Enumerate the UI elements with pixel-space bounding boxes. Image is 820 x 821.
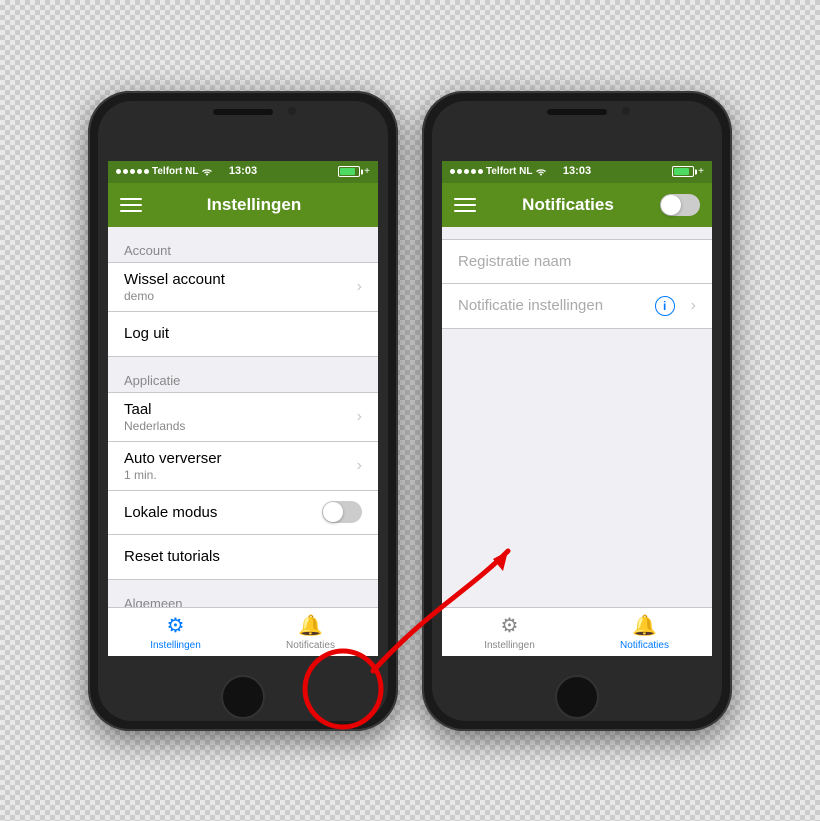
bell-icon-right: 🔔 <box>632 613 657 638</box>
lokale-title: Lokale modus <box>124 504 322 521</box>
tab-notificaties-right[interactable]: 🔔 Notificaties <box>577 608 712 656</box>
screen-right: Telfort NL 13:03 + <box>442 161 712 656</box>
list-item-content-wissel: Wissel account demo <box>124 271 349 303</box>
status-right-left: + <box>338 166 370 177</box>
list-item-lokale-modus[interactable]: Lokale modus <box>108 491 378 535</box>
signal-dots <box>116 169 149 174</box>
list-item-taal[interactable]: Taal Nederlands › <box>108 393 378 442</box>
notif-instellingen-label: Notificatie instellingen <box>458 297 655 314</box>
status-left: Telfort NL <box>116 166 213 177</box>
chevron-icon: › <box>357 278 362 296</box>
list-group-account: Wissel account demo › Log uit <box>108 262 378 357</box>
navbar-right: Notificaties <box>442 183 712 227</box>
status-right-right: + <box>672 166 704 177</box>
tab-notificaties-left[interactable]: 🔔 Notificaties <box>243 608 378 656</box>
tab-label-notificaties-right: Notificaties <box>620 640 669 651</box>
nav-toggle-knob-right <box>661 195 681 215</box>
taal-title: Taal <box>124 401 349 418</box>
section-header-applicatie: Applicatie <box>108 365 378 392</box>
chevron-auto: › <box>357 457 362 475</box>
nav-title-left: Instellingen <box>142 195 366 215</box>
phone-home-right <box>555 675 599 719</box>
battery-fill-right <box>674 168 688 175</box>
phone-left: Telfort NL 13:03 + <box>88 91 398 731</box>
status-bar-left: Telfort NL 13:03 + <box>108 161 378 183</box>
menu-icon-left[interactable] <box>120 198 142 212</box>
auto-title: Auto ververser <box>124 450 349 467</box>
section-header-account: Account <box>108 235 378 262</box>
list-item-content-lokale: Lokale modus <box>124 504 322 521</box>
wissel-title: Wissel account <box>124 271 349 288</box>
notif-item-instellingen[interactable]: Notificatie instellingen i › <box>442 284 712 328</box>
list-group-applicatie: Taal Nederlands › Auto ververser 1 min. … <box>108 392 378 580</box>
tab-label-instellingen-right: Instellingen <box>484 640 535 651</box>
chevron-notif: › <box>691 297 696 315</box>
notif-item-registratie[interactable]: Registratie naam <box>442 240 712 284</box>
bell-icon-left: 🔔 <box>298 613 323 638</box>
list-item-content-reset: Reset tutorials <box>124 548 362 565</box>
status-bar-right: Telfort NL 13:03 + <box>442 161 712 183</box>
notifications-content: Registratie naam Notificatie instellinge… <box>442 227 712 607</box>
phone-right: Telfort NL 13:03 + <box>422 91 732 731</box>
carrier-label-right: Telfort NL <box>486 166 532 177</box>
battery-icon <box>338 166 360 177</box>
charging-icon: + <box>364 166 370 177</box>
charging-icon-right: + <box>698 166 704 177</box>
wifi-icon <box>201 167 213 177</box>
carrier-label: Telfort NL <box>152 166 198 177</box>
phone-camera-right <box>622 107 630 115</box>
chevron-taal: › <box>357 408 362 426</box>
tab-bar-left: ⚙ Instellingen 🔔 Notificaties <box>108 607 378 656</box>
nav-toggle-right[interactable] <box>660 194 700 216</box>
auto-subtitle: 1 min. <box>124 468 349 482</box>
navbar-left: Instellingen <box>108 183 378 227</box>
status-left-right: Telfort NL <box>450 166 547 177</box>
settings-content: Account Wissel account demo › Log uit <box>108 227 378 607</box>
list-item-content-logout: Log uit <box>124 325 362 342</box>
notif-registratie-label: Registratie naam <box>458 253 696 270</box>
tab-bar-right: ⚙ Instellingen 🔔 Notificaties <box>442 607 712 656</box>
reset-title: Reset tutorials <box>124 548 362 565</box>
info-icon-notif: i <box>655 296 675 316</box>
phone-inner-left: Telfort NL 13:03 + <box>98 101 388 721</box>
notif-list-group: Registratie naam Notificatie instellinge… <box>442 239 712 329</box>
signal-dots-right <box>450 169 483 174</box>
screen-left: Telfort NL 13:03 + <box>108 161 378 656</box>
list-item-auto-ververser[interactable]: Auto ververser 1 min. › <box>108 442 378 491</box>
phone-speaker <box>213 109 273 115</box>
tab-label-instellingen-left: Instellingen <box>150 640 201 651</box>
battery-fill <box>340 168 354 175</box>
tab-instellingen-left[interactable]: ⚙ Instellingen <box>108 608 243 656</box>
section-header-algemeen: Algemeen <box>108 588 378 607</box>
phone-speaker-right <box>547 109 607 115</box>
list-item-logout[interactable]: Log uit <box>108 312 378 356</box>
battery-icon-right <box>672 166 694 177</box>
list-item-reset[interactable]: Reset tutorials <box>108 535 378 579</box>
list-item-content-auto: Auto ververser 1 min. <box>124 450 349 482</box>
gear-icon-right: ⚙ <box>501 613 519 638</box>
wifi-icon-right <box>535 167 547 177</box>
phone-home-left <box>221 675 265 719</box>
list-item-wissel-account[interactable]: Wissel account demo › <box>108 263 378 312</box>
tab-label-notificaties-left: Notificaties <box>286 640 335 651</box>
gear-icon-left: ⚙ <box>167 613 185 638</box>
phone-inner-right: Telfort NL 13:03 + <box>432 101 722 721</box>
taal-subtitle: Nederlands <box>124 419 349 433</box>
logout-title: Log uit <box>124 325 362 342</box>
tab-instellingen-right[interactable]: ⚙ Instellingen <box>442 608 577 656</box>
status-time-left: 13:03 <box>229 165 257 177</box>
menu-icon-right[interactable] <box>454 198 476 212</box>
phones-wrapper: Telfort NL 13:03 + <box>88 91 732 731</box>
status-time-right: 13:03 <box>563 165 591 177</box>
wissel-subtitle: demo <box>124 289 349 303</box>
toggle-knob <box>323 502 343 522</box>
list-item-content-taal: Taal Nederlands <box>124 401 349 433</box>
phone-camera <box>288 107 296 115</box>
nav-title-right: Notificaties <box>476 195 660 215</box>
lokale-toggle[interactable] <box>322 501 362 523</box>
